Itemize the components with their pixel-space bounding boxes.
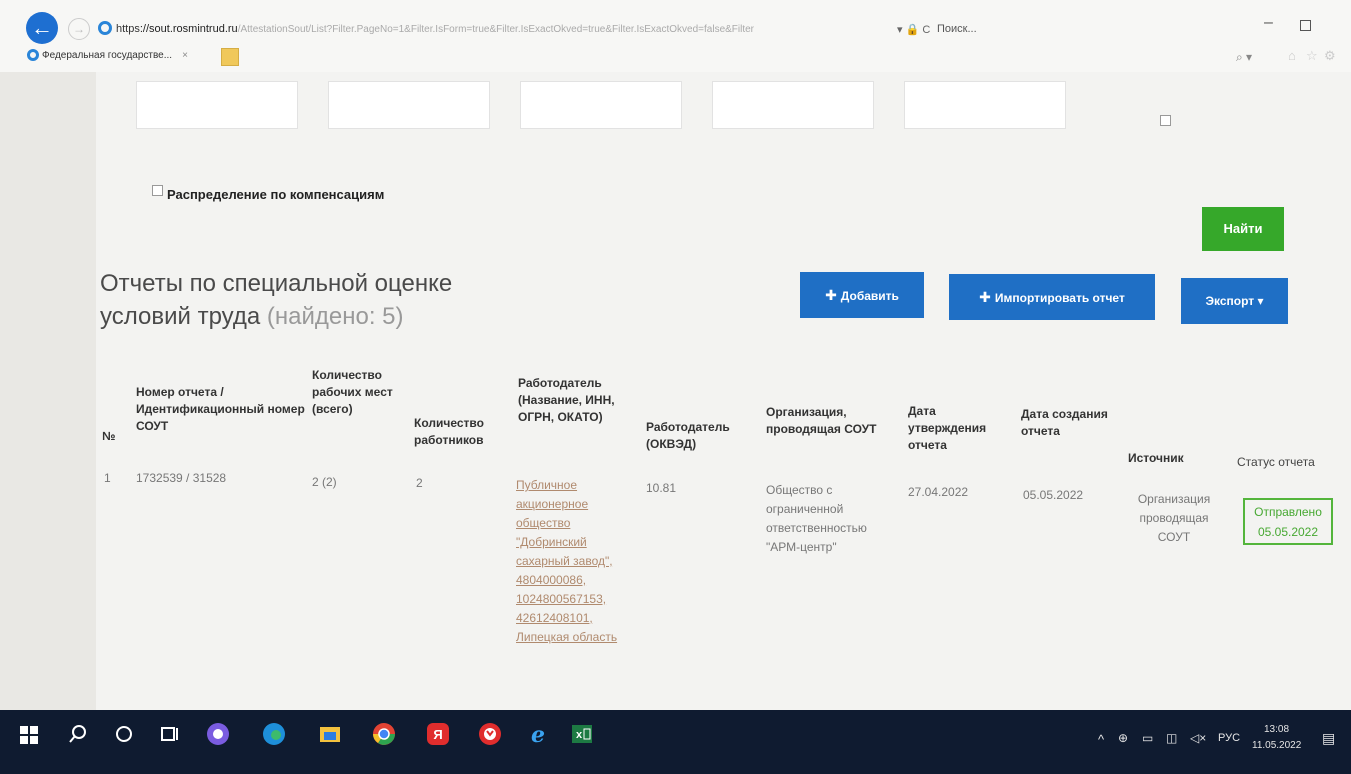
- tab-close-icon[interactable]: ×: [182, 50, 188, 61]
- cortana-icon[interactable]: [112, 722, 136, 746]
- import-button-label: Импортировать отчет: [994, 291, 1125, 305]
- col-header-org: Организация, проводящая СОУТ: [766, 405, 877, 436]
- address-bar[interactable]: https://sout.rosmintrud.ru/AttestationSo…: [116, 17, 926, 41]
- cell-okved: 10.81: [646, 481, 677, 495]
- svg-text:Я: Я: [433, 727, 442, 742]
- excel-icon[interactable]: x: [570, 722, 594, 746]
- col-header-employer: Работодатель (Название, ИНН, ОГРН, ОКАТО…: [518, 376, 615, 424]
- favorites-star-icon[interactable]: ☆: [1306, 48, 1318, 64]
- search-input[interactable]: Поиск...: [937, 17, 1237, 41]
- chrome-icon[interactable]: [372, 722, 396, 746]
- tray-network-icon[interactable]: ⊕: [1118, 731, 1128, 745]
- cell-workers: 2: [416, 476, 423, 490]
- new-tab-button[interactable]: [221, 48, 239, 66]
- volume-icon[interactable]: ◁×: [1190, 731, 1206, 745]
- url-host: ://sout.rosmintrud.ru: [139, 23, 238, 35]
- home-icon[interactable]: ⌂: [1288, 48, 1296, 63]
- plus-icon: ✚: [825, 287, 837, 303]
- col-header-status: Статус отчета: [1237, 455, 1315, 469]
- import-report-button[interactable]: ✚ Импортировать отчет: [949, 274, 1155, 320]
- language-indicator[interactable]: РУС: [1218, 732, 1240, 744]
- cell-create-date: 05.05.2022: [1023, 488, 1084, 502]
- internet-explorer-icon[interactable]: e: [526, 722, 550, 746]
- col-header-okved: Работодатель (ОКВЭД): [646, 420, 730, 451]
- col-header-workplaces: Количество рабочих мест (всего): [312, 368, 393, 416]
- filter-input-5[interactable]: [904, 81, 1066, 129]
- filter-input-3[interactable]: [520, 81, 682, 129]
- filter-input-2[interactable]: [328, 81, 490, 129]
- tray-wifi-icon[interactable]: ◫: [1166, 731, 1177, 745]
- svg-text:x: x: [576, 729, 583, 741]
- employer-link[interactable]: Публичное акционерное общество "Добринск…: [516, 476, 632, 647]
- browser-chrome: ← → https://sout.rosmintrud.ru/Attestati…: [0, 0, 1351, 72]
- settings-gear-icon[interactable]: ⚙: [1324, 48, 1336, 64]
- tray-battery-icon[interactable]: ▭: [1142, 731, 1153, 745]
- forward-arrow-icon[interactable]: →: [68, 18, 90, 40]
- cell-report-id: 1732539 / 31528: [136, 471, 227, 485]
- back-arrow-icon[interactable]: ←: [26, 12, 58, 44]
- cell-org: Общество с ограниченной ответственностью…: [766, 483, 867, 554]
- col-header-approve-date: Дата утверждения отчета: [908, 404, 987, 452]
- taskbar: Я e x ^ ⊕ ▭ ◫ ◁× РУС 13:08 11.05.2022 ▤: [0, 710, 1351, 774]
- app-purple-icon[interactable]: [206, 722, 230, 746]
- cell-approve-date: 27.04.2022: [908, 485, 969, 499]
- yandex-icon[interactable]: Я: [426, 722, 450, 746]
- url-protocol: https: [116, 23, 140, 35]
- add-button[interactable]: ✚ Добавить: [800, 272, 924, 318]
- windows-start-icon[interactable]: [20, 726, 38, 744]
- col-header-create-date: Дата создания отчета: [1021, 407, 1108, 438]
- compensation-label: Распределение по компенсациям: [167, 187, 385, 202]
- file-explorer-icon[interactable]: [318, 722, 342, 746]
- col-header-workers: Количество работников: [414, 416, 484, 447]
- cell-workplaces: 2 (2): [312, 475, 337, 489]
- yandex-browser-icon[interactable]: [478, 722, 502, 746]
- tab-favicon-icon: [27, 49, 39, 61]
- svg-text:e: e: [531, 722, 545, 746]
- url-path: /AttestationSout/List?Filter.PageNo=1&Fi…: [237, 24, 755, 35]
- page-title: Отчеты по специальной оценке условий тру…: [100, 267, 540, 333]
- status-date: 05.05.2022: [1257, 525, 1319, 539]
- status-text: Отправлено: [1254, 505, 1322, 519]
- task-view-icon[interactable]: [158, 722, 182, 746]
- maximize-icon[interactable]: [1300, 20, 1311, 31]
- plus-icon: ✚: [979, 289, 991, 305]
- browser-tab[interactable]: Федеральная государстве... ×: [42, 45, 232, 67]
- results-count: (найдено: 5): [266, 303, 404, 330]
- add-button-label: Добавить: [840, 289, 899, 303]
- cell-source: Организация проводящая СОУТ: [1137, 492, 1211, 544]
- lock-icon[interactable]: ▾ 🔒 C: [897, 23, 930, 36]
- status-badge: Отправлено 05.05.2022: [1243, 498, 1333, 545]
- page-content: Распределение по компенсациям Найти Отче…: [96, 72, 1351, 710]
- minimize-icon[interactable]: –: [1264, 14, 1273, 32]
- filter-input-1[interactable]: [136, 81, 298, 129]
- search-icon[interactable]: ⌕ ▾: [1236, 50, 1252, 65]
- search-icon[interactable]: [66, 722, 90, 746]
- col-header-num: №: [102, 429, 116, 443]
- filter-input-4[interactable]: [712, 81, 874, 129]
- ie-logo-icon: [98, 21, 112, 35]
- clock-time[interactable]: 13:08: [1264, 724, 1289, 735]
- cell-num: 1: [104, 471, 111, 485]
- export-dropdown-button[interactable]: Экспорт ▾: [1181, 278, 1288, 324]
- col-header-source: Источник: [1128, 451, 1184, 465]
- edge-icon[interactable]: [262, 722, 286, 746]
- filter-checkbox[interactable]: [1160, 115, 1171, 126]
- compensation-checkbox[interactable]: [152, 185, 163, 196]
- tray-arrow-icon[interactable]: ^: [1098, 732, 1104, 747]
- find-button[interactable]: Найти: [1202, 207, 1284, 251]
- notifications-icon[interactable]: ▤: [1322, 730, 1335, 747]
- tab-title: Федеральная государстве...: [42, 50, 173, 61]
- clock-date[interactable]: 11.05.2022: [1252, 740, 1301, 751]
- col-header-report-id: Номер отчета / Идентификационный номер С…: [136, 385, 305, 433]
